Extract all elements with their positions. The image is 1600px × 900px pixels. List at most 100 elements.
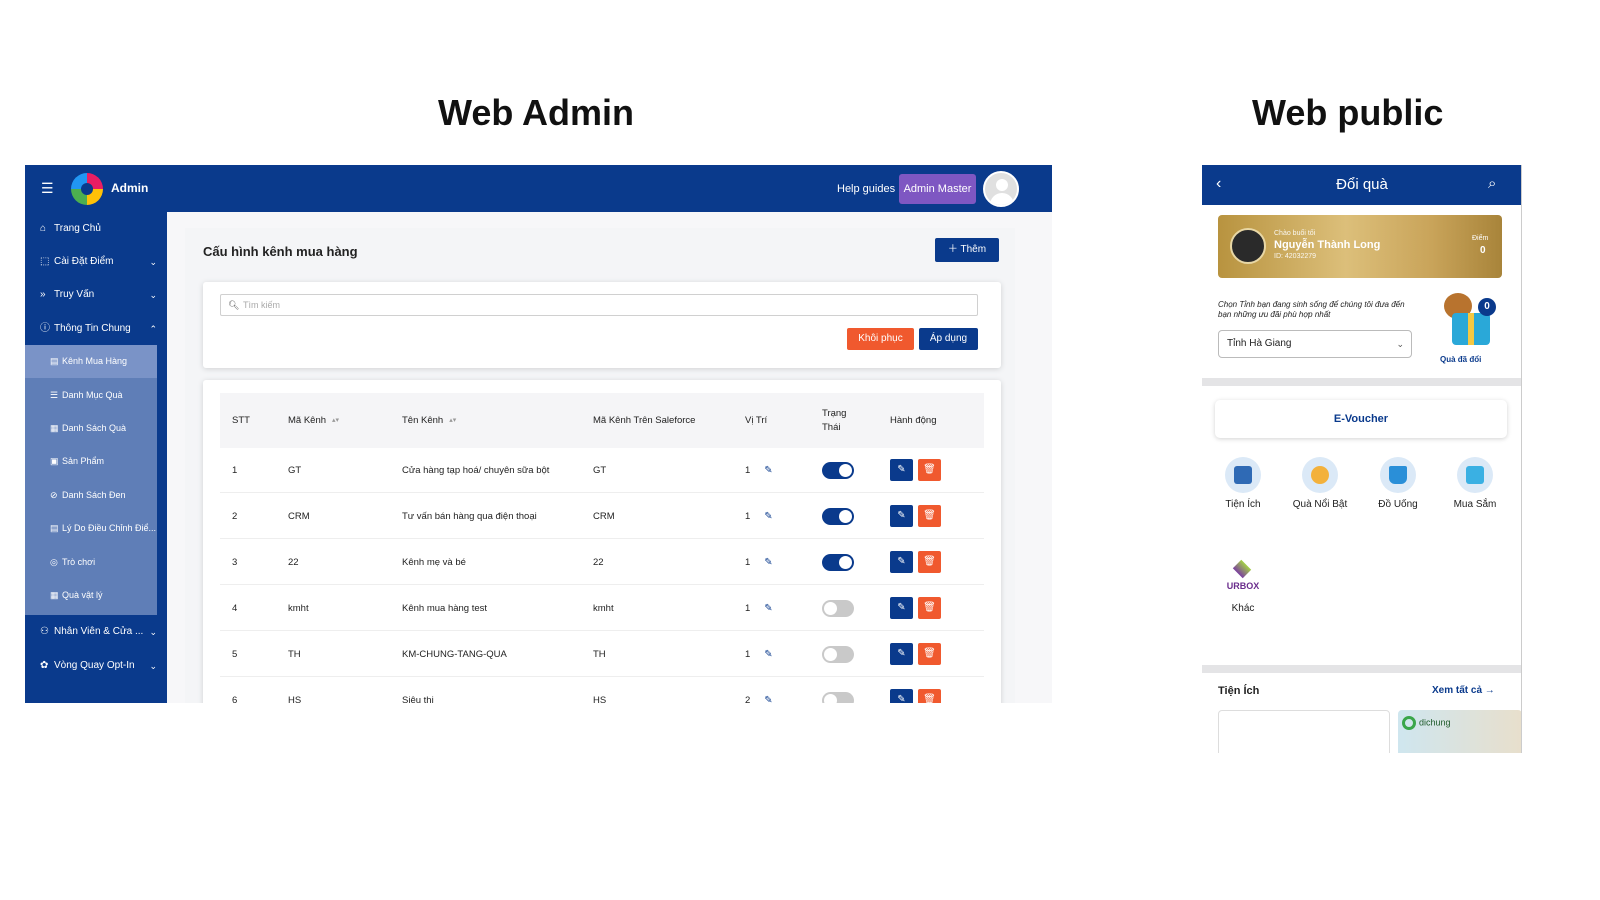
status-toggle[interactable] <box>822 646 854 663</box>
evoucher-tab[interactable]: E-Voucher <box>1215 400 1507 438</box>
cell-position: 1 ✎ <box>745 465 773 476</box>
edit-position-icon[interactable]: ✎ <box>764 465 772 476</box>
see-all-link[interactable]: Xem tất cả → <box>1432 685 1495 696</box>
edit-position-icon[interactable]: ✎ <box>764 695 772 703</box>
product-icon: ▣ <box>50 456 59 466</box>
member-id: ID: 42032279 <box>1274 253 1317 260</box>
cell-stt: 3 <box>232 557 238 568</box>
sidebar-item-purchase-channel[interactable]: ▤ Kênh Mua Hàng <box>25 345 157 378</box>
avatar[interactable] <box>983 171 1019 207</box>
medal-icon <box>1302 457 1338 493</box>
col-name[interactable]: Tên Kênh ▴▾ <box>402 393 456 448</box>
col-position: Vị Trí <box>745 414 768 426</box>
points-label: Điểm <box>1472 235 1489 242</box>
search-icon[interactable]: ⌕ <box>1488 175 1496 192</box>
utility-card-dichung[interactable]: dichung <box>1398 710 1521 753</box>
delete-button[interactable]: 🗑︎ <box>918 643 941 665</box>
logo <box>71 173 103 205</box>
status-toggle[interactable] <box>822 508 854 525</box>
edit-position-icon[interactable]: ✎ <box>764 649 772 660</box>
category-drinks[interactable]: Đồ Uống <box>1363 457 1433 510</box>
dichung-icon <box>1402 716 1416 730</box>
status-toggle[interactable] <box>822 692 854 703</box>
edit-position-icon[interactable]: ✎ <box>764 557 772 568</box>
pencil-icon: ✎ <box>897 464 906 475</box>
col-code[interactable]: Mã Kênh ▴▾ <box>288 393 339 448</box>
sidebar-item-blacklist[interactable]: ⊘ Danh Sách Đen <box>25 479 157 512</box>
status-toggle[interactable] <box>822 462 854 479</box>
edit-button[interactable]: ✎ <box>890 505 913 527</box>
search-input[interactable]: 🔍︎ Tìm kiếm <box>220 294 978 316</box>
menu-icon[interactable]: ☰ <box>41 179 55 197</box>
utility-card[interactable] <box>1218 710 1390 753</box>
sidebar-item-physical-gifts[interactable]: ▦ Quà vật lý <box>25 579 157 612</box>
member-card: Chào buổi tối Nguyễn Thành Long ID: 4203… <box>1218 215 1502 278</box>
sidebar-item-lucky-wheel[interactable]: ✿ Vòng Quay Opt-In ⌄ <box>25 649 167 683</box>
edit-position-icon[interactable]: ✎ <box>764 511 772 522</box>
delete-button[interactable]: 🗑︎ <box>918 597 941 619</box>
sidebar-item-adjust-reason[interactable]: ▤ Lý Do Điều Chỉnh Điể... <box>25 512 157 545</box>
edit-button[interactable]: ✎ <box>890 551 913 573</box>
admin-section-title: Web Admin <box>438 92 634 133</box>
sidebar-item-games[interactable]: ◎ Trò chơi <box>25 546 157 579</box>
double-chevron-icon: » <box>40 289 46 300</box>
cell-salesforce: CRM <box>593 511 615 522</box>
divider <box>1202 378 1521 386</box>
redeemed-count-badge: 0 <box>1478 298 1496 316</box>
member-name: Nguyễn Thành Long <box>1274 239 1381 251</box>
status-toggle[interactable] <box>822 600 854 617</box>
cell-salesforce: kmht <box>593 603 614 614</box>
sidebar-item-points-settings[interactable]: ⬚ Cài Đặt Điểm ⌄ <box>25 245 167 279</box>
redeemed-link[interactable]: Quà đã đổi <box>1440 355 1481 364</box>
cell-code: 22 <box>288 557 299 568</box>
cell-salesforce: GT <box>593 465 607 476</box>
sidebar-item-staff-stores[interactable]: ⚇ Nhân Viên & Cửa ... ⌄ <box>25 615 167 649</box>
sidebar-item-products[interactable]: ▣ Sản Phẩm <box>25 445 157 478</box>
public-window: ‹ Đổi quà ⌕ Chào buổi tối Nguyễn Thành L… <box>1202 165 1522 753</box>
edit-button[interactable]: ✎ <box>890 689 913 703</box>
category-shopping[interactable]: Mua Sắm <box>1440 457 1510 510</box>
table-row: 1 GT Cửa hàng tạp hoá/ chuyên sữa bột GT 1 ✎ ✎… <box>220 448 984 493</box>
sidebar: ⌂ Trang Chủ ⬚ Cài Đặt Điểm ⌄ » Truy Vấn ⌄ ⓘ Th… <box>25 212 167 703</box>
delete-button[interactable]: 🗑︎ <box>918 551 941 573</box>
apply-button[interactable]: Áp dụng <box>919 328 978 350</box>
cell-position: 1 ✎ <box>745 511 773 522</box>
reset-button[interactable]: Khôi phục <box>847 328 914 350</box>
cell-stt: 4 <box>232 603 238 614</box>
table-row: 4 kmht Kênh mua hàng test kmht 1 ✎ ✎ 🗑︎ <box>220 586 984 631</box>
delete-button[interactable]: 🗑︎ <box>918 689 941 703</box>
help-guides-link[interactable]: Help guides <box>837 183 895 195</box>
urbox-logo: URBOX <box>1225 559 1261 597</box>
user-role-button[interactable]: Admin Master <box>899 174 976 204</box>
dichung-logo: dichung <box>1402 716 1451 730</box>
sort-icon[interactable]: ▴▾ <box>332 414 339 428</box>
sidebar-item-home[interactable]: ⌂ Trang Chủ <box>25 212 167 246</box>
delete-button[interactable]: 🗑︎ <box>918 459 941 481</box>
cell-stt: 1 <box>232 465 238 476</box>
cell-salesforce: HS <box>593 695 607 703</box>
points-value: 0 <box>1480 245 1486 256</box>
sort-icon[interactable]: ▴▾ <box>449 414 456 428</box>
table-row: 3 22 Kênh mẹ và bé 22 1 ✎ ✎ 🗑︎ <box>220 540 984 585</box>
edit-position-icon[interactable]: ✎ <box>764 603 772 614</box>
reason-icon: ▤ <box>50 523 59 533</box>
province-select[interactable]: Tỉnh Hà Giang ⌄ <box>1218 330 1412 358</box>
cell-salesforce: 22 <box>593 557 604 568</box>
category-featured[interactable]: Quà Nổi Bật <box>1285 457 1355 510</box>
sidebar-item-gift-category[interactable]: ☰ Danh Mục Quà <box>25 379 157 412</box>
sidebar-item-query[interactable]: » Truy Vấn ⌄ <box>25 278 167 312</box>
status-toggle[interactable] <box>822 554 854 571</box>
add-button[interactable]: ＋ Thêm <box>935 238 999 262</box>
edit-button[interactable]: ✎ <box>890 459 913 481</box>
category-other[interactable]: URBOX Khác <box>1208 559 1278 614</box>
edit-button[interactable]: ✎ <box>890 643 913 665</box>
sidebar-item-gift-list[interactable]: ▦ Danh Sách Quà <box>25 412 157 445</box>
pencil-icon: ✎ <box>897 602 906 613</box>
cell-code: kmht <box>288 603 309 614</box>
public-page-title: Đổi quà <box>1336 176 1388 193</box>
main-content: Cấu hình kênh mua hàng ＋ Thêm 🔍︎ Tìm kiếm… <box>167 212 1052 703</box>
edit-button[interactable]: ✎ <box>890 597 913 619</box>
category-utilities[interactable]: Tiện Ích <box>1208 457 1278 510</box>
delete-button[interactable]: 🗑︎ <box>918 505 941 527</box>
sidebar-item-general-info[interactable]: ⓘ Thông Tin Chung ⌃ <box>25 312 167 346</box>
